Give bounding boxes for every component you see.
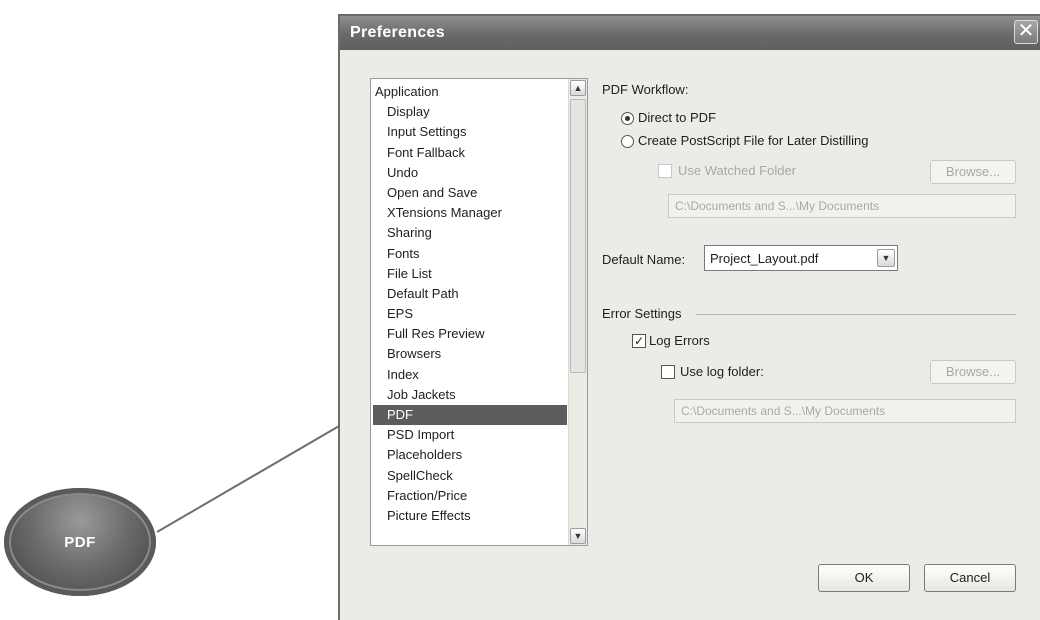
list-item[interactable]: Default Path [373, 284, 567, 304]
default-name-dropdown-button[interactable]: ▼ [877, 249, 895, 267]
list-item[interactable]: Open and Save [373, 183, 567, 203]
ok-button[interactable]: OK [818, 564, 910, 592]
list-item[interactable]: Display [373, 102, 567, 122]
default-name-label: Default Name: [602, 252, 686, 267]
log-errors-label[interactable]: Log Errors [649, 333, 710, 348]
error-settings-label: Error Settings [602, 306, 682, 321]
log-folder-browse-button[interactable]: Browse... [930, 360, 1016, 384]
use-log-folder-label[interactable]: Use log folder: [680, 364, 764, 379]
category-list-items: Application Display Input Settings Font Fal… [373, 82, 567, 526]
postscript-radio[interactable] [621, 135, 634, 148]
close-button[interactable]: ✕ [1014, 20, 1038, 44]
watched-folder-browse-label: Browse... [945, 164, 1001, 179]
list-item[interactable]: SpellCheck [373, 466, 567, 486]
title-bar[interactable]: Preferences ✕ [340, 16, 1040, 50]
watched-folder-path: C:\Documents and S...\My Documents [668, 194, 1016, 218]
log-errors-checkbox[interactable]: ✓ [632, 334, 646, 348]
scroll-thumb[interactable] [570, 99, 586, 373]
list-item[interactable]: Font Fallback [373, 143, 567, 163]
dialog-title: Preferences [350, 24, 445, 41]
scroll-up-button[interactable]: ▲ [570, 80, 586, 96]
list-item[interactable]: Application [373, 82, 567, 102]
direct-to-pdf-radio[interactable] [621, 112, 634, 125]
log-folder-path: C:\Documents and S...\My Documents [674, 399, 1016, 423]
pdf-workflow-label: PDF Workflow: [602, 82, 689, 97]
category-list[interactable]: Application Display Input Settings Font Fal… [370, 78, 588, 546]
list-item[interactable]: File List [373, 264, 567, 284]
list-item[interactable]: EPS [373, 304, 567, 324]
use-watched-folder-label: Use Watched Folder [678, 163, 797, 178]
default-name-combo[interactable]: Project_Layout.pdf ▼ [704, 245, 898, 271]
scroll-down-button[interactable]: ▼ [570, 528, 586, 544]
ok-button-label: OK [854, 570, 874, 585]
preferences-dialog: Preferences ✕ Application Display Input Se… [338, 14, 1040, 620]
chevron-down-icon: ▼ [573, 531, 583, 541]
chevron-up-icon: ▲ [573, 83, 583, 93]
list-item[interactable]: Full Res Preview [373, 324, 567, 344]
callout-label: PDF [64, 533, 96, 551]
postscript-label[interactable]: Create PostScript File for Later Distill… [638, 133, 868, 148]
list-item[interactable]: Fraction/Price [373, 486, 567, 506]
list-item[interactable]: Undo [373, 163, 567, 183]
list-item[interactable]: Fonts [373, 244, 567, 264]
list-item[interactable]: Job Jackets [373, 385, 567, 405]
checkmark-icon: ✓ [633, 334, 645, 348]
error-settings-divider [696, 314, 1016, 315]
list-item[interactable]: Input Settings [373, 122, 567, 142]
watched-folder-browse-button[interactable]: Browse... [930, 160, 1016, 184]
list-scrollbar[interactable]: ▲ ▼ [568, 79, 587, 545]
list-item[interactable]: Browsers [373, 344, 567, 364]
chevron-down-icon: ▼ [881, 253, 891, 263]
list-item[interactable]: Picture Effects [373, 506, 567, 526]
list-item[interactable]: Sharing [373, 223, 567, 243]
callout-bubble: PDF [4, 488, 156, 596]
list-item[interactable]: PSD Import [373, 425, 567, 445]
list-item[interactable]: XTensions Manager [373, 203, 567, 223]
use-log-folder-checkbox[interactable] [661, 365, 675, 379]
direct-to-pdf-label[interactable]: Direct to PDF [638, 110, 716, 125]
list-item[interactable]: Placeholders [373, 445, 567, 465]
cancel-button[interactable]: Cancel [924, 564, 1016, 592]
cancel-button-label: Cancel [949, 570, 991, 585]
list-item[interactable]: PDF [373, 405, 567, 426]
log-folder-path-text: C:\Documents and S...\My Documents [681, 404, 886, 418]
watched-folder-path-text: C:\Documents and S...\My Documents [675, 199, 880, 213]
log-folder-browse-label: Browse... [945, 364, 1001, 379]
close-icon: ✕ [1017, 20, 1035, 42]
default-name-value: Project_Layout.pdf [710, 251, 819, 266]
list-item[interactable]: Index [373, 365, 567, 385]
use-watched-folder-checkbox[interactable] [658, 164, 672, 178]
